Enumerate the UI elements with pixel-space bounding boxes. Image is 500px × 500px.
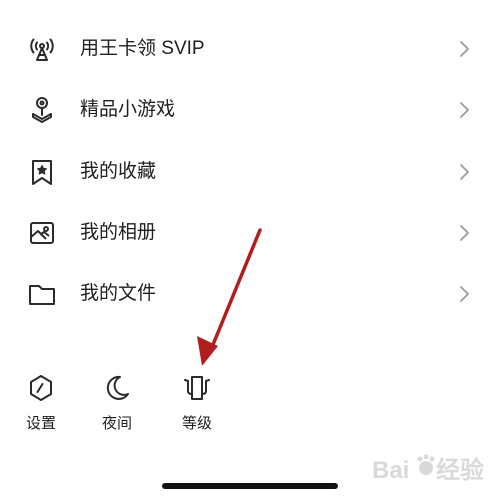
- photo-album-icon: [30, 222, 54, 244]
- night-mode-label: 夜间: [101, 415, 132, 432]
- chevron-right-icon: [460, 164, 469, 180]
- menu-item-label: 我的收藏: [80, 161, 157, 182]
- svg-text:Bai: Bai: [372, 457, 409, 484]
- bookmark-star-icon: [32, 160, 52, 185]
- chevron-right-icon: [460, 102, 469, 118]
- svg-text:经验: 经验: [436, 456, 484, 484]
- baidu-jingyan-watermark: Bai 经验: [372, 454, 484, 484]
- menu-item-files[interactable]: 我的文件: [0, 264, 500, 324]
- menu-item-svip[interactable]: 用王卡领 SVIP: [0, 19, 500, 79]
- level-button[interactable]: 等级: [167, 372, 227, 438]
- chevron-right-icon: [460, 286, 469, 302]
- antenna-signal-icon: [30, 38, 54, 61]
- night-mode-button[interactable]: 夜间: [87, 372, 147, 438]
- home-indicator[interactable]: [162, 483, 338, 489]
- menu-item-album[interactable]: 我的相册: [0, 203, 500, 263]
- settings-button[interactable]: 设置: [11, 372, 71, 438]
- menu-item-label: 用王卡领 SVIP: [80, 38, 205, 59]
- level-badge-icon: [184, 376, 210, 400]
- level-label: 等级: [181, 415, 212, 432]
- joystick-icon: [32, 97, 52, 123]
- folder-icon: [29, 285, 55, 305]
- moon-icon: [106, 375, 129, 400]
- menu-item-label: 我的文件: [80, 283, 157, 304]
- menu-item-label: 精品小游戏: [80, 99, 176, 120]
- settings-label: 设置: [25, 415, 56, 432]
- menu-item-favorites[interactable]: 我的收藏: [0, 142, 500, 202]
- chevron-right-icon: [460, 41, 469, 57]
- menu-item-label: 我的相册: [80, 222, 157, 243]
- chevron-right-icon: [460, 225, 469, 241]
- menu-item-mini-games[interactable]: 精品小游戏: [0, 80, 500, 140]
- hexagon-settings-icon: [30, 375, 52, 401]
